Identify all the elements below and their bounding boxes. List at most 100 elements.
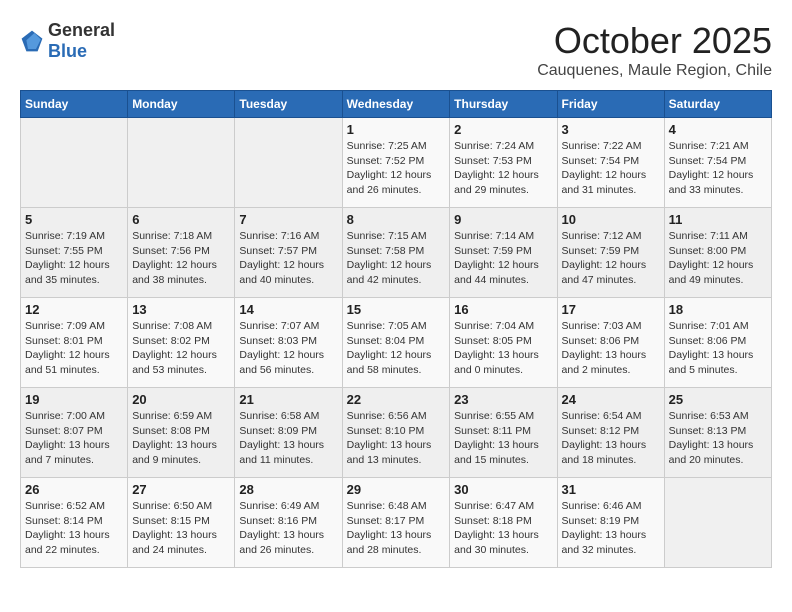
day-info: Sunrise: 6:52 AM Sunset: 8:14 PM Dayligh… xyxy=(25,499,123,558)
day-number: 1 xyxy=(347,122,446,137)
month-title: October 2025 xyxy=(537,20,772,62)
calendar-cell: 3 Sunrise: 7:22 AM Sunset: 7:54 PM Daylig… xyxy=(557,118,664,208)
header-day-wednesday: Wednesday xyxy=(342,91,450,118)
day-number: 15 xyxy=(347,302,446,317)
calendar-cell: 1 Sunrise: 7:25 AM Sunset: 7:52 PM Daylig… xyxy=(342,118,450,208)
day-number: 11 xyxy=(669,212,767,227)
page-header: General Blue October 2025 Cauquenes, Mau… xyxy=(20,20,772,80)
header-day-monday: Monday xyxy=(128,91,235,118)
day-info: Sunrise: 7:15 AM Sunset: 7:58 PM Dayligh… xyxy=(347,229,446,288)
calendar-cell: 13 Sunrise: 7:08 AM Sunset: 8:02 PM Dayli… xyxy=(128,298,235,388)
day-info: Sunrise: 6:56 AM Sunset: 8:10 PM Dayligh… xyxy=(347,409,446,468)
day-info: Sunrise: 6:47 AM Sunset: 8:18 PM Dayligh… xyxy=(454,499,552,558)
day-number: 18 xyxy=(669,302,767,317)
calendar-cell: 18 Sunrise: 7:01 AM Sunset: 8:06 PM Dayli… xyxy=(664,298,771,388)
calendar-cell: 22 Sunrise: 6:56 AM Sunset: 8:10 PM Dayli… xyxy=(342,388,450,478)
day-info: Sunrise: 7:12 AM Sunset: 7:59 PM Dayligh… xyxy=(562,229,660,288)
calendar-cell: 14 Sunrise: 7:07 AM Sunset: 8:03 PM Dayli… xyxy=(235,298,342,388)
calendar-cell: 9Sunrise: 7:14 AM Sunset: 7:59 PM Daylig… xyxy=(450,208,557,298)
day-number: 3 xyxy=(562,122,660,137)
day-info: Sunrise: 7:21 AM Sunset: 7:54 PM Dayligh… xyxy=(669,139,767,198)
calendar-cell: 27 Sunrise: 6:50 AM Sunset: 8:15 PM Dayli… xyxy=(128,478,235,568)
day-info: Sunrise: 7:22 AM Sunset: 7:54 PM Dayligh… xyxy=(562,139,660,198)
day-info: Sunrise: 7:08 AM Sunset: 8:02 PM Dayligh… xyxy=(132,319,230,378)
day-number: 22 xyxy=(347,392,446,407)
calendar-cell: 20 Sunrise: 6:59 AM Sunset: 8:08 PM Dayli… xyxy=(128,388,235,478)
calendar-cell: 21Sunrise: 6:58 AM Sunset: 8:09 PM Dayli… xyxy=(235,388,342,478)
calendar-cell xyxy=(21,118,128,208)
day-number: 14 xyxy=(239,302,337,317)
day-number: 2 xyxy=(454,122,552,137)
day-info: Sunrise: 7:11 AM Sunset: 8:00 PM Dayligh… xyxy=(669,229,767,288)
day-info: Sunrise: 7:25 AM Sunset: 7:52 PM Dayligh… xyxy=(347,139,446,198)
day-info: Sunrise: 7:18 AM Sunset: 7:56 PM Dayligh… xyxy=(132,229,230,288)
day-info: Sunrise: 6:54 AM Sunset: 8:12 PM Dayligh… xyxy=(562,409,660,468)
calendar-cell: 2 Sunrise: 7:24 AM Sunset: 7:53 PM Daylig… xyxy=(450,118,557,208)
calendar-cell: 4 Sunrise: 7:21 AM Sunset: 7:54 PM Daylig… xyxy=(664,118,771,208)
calendar-cell: 29Sunrise: 6:48 AM Sunset: 8:17 PM Dayli… xyxy=(342,478,450,568)
day-info: Sunrise: 6:49 AM Sunset: 8:16 PM Dayligh… xyxy=(239,499,337,558)
day-number: 16 xyxy=(454,302,552,317)
week-row-3: 12 Sunrise: 7:09 AM Sunset: 8:01 PM Dayli… xyxy=(21,298,772,388)
day-number: 23 xyxy=(454,392,552,407)
day-info: Sunrise: 7:07 AM Sunset: 8:03 PM Dayligh… xyxy=(239,319,337,378)
day-number: 25 xyxy=(669,392,767,407)
day-info: Sunrise: 6:50 AM Sunset: 8:15 PM Dayligh… xyxy=(132,499,230,558)
calendar-header: SundayMondayTuesdayWednesdayThursdayFrid… xyxy=(21,91,772,118)
header-day-tuesday: Tuesday xyxy=(235,91,342,118)
calendar-cell: 7Sunrise: 7:16 AM Sunset: 7:57 PM Daylig… xyxy=(235,208,342,298)
day-number: 28 xyxy=(239,482,337,497)
calendar-cell: 12 Sunrise: 7:09 AM Sunset: 8:01 PM Dayli… xyxy=(21,298,128,388)
day-number: 17 xyxy=(562,302,660,317)
logo: General Blue xyxy=(20,20,115,62)
calendar-cell xyxy=(235,118,342,208)
day-number: 8 xyxy=(347,212,446,227)
day-info: Sunrise: 7:24 AM Sunset: 7:53 PM Dayligh… xyxy=(454,139,552,198)
logo-general: General xyxy=(48,20,115,40)
day-info: Sunrise: 7:04 AM Sunset: 8:05 PM Dayligh… xyxy=(454,319,552,378)
day-number: 4 xyxy=(669,122,767,137)
day-info: Sunrise: 7:01 AM Sunset: 8:06 PM Dayligh… xyxy=(669,319,767,378)
header-day-sunday: Sunday xyxy=(21,91,128,118)
day-info: Sunrise: 7:05 AM Sunset: 8:04 PM Dayligh… xyxy=(347,319,446,378)
header-day-thursday: Thursday xyxy=(450,91,557,118)
day-number: 20 xyxy=(132,392,230,407)
day-info: Sunrise: 6:48 AM Sunset: 8:17 PM Dayligh… xyxy=(347,499,446,558)
day-info: Sunrise: 7:03 AM Sunset: 8:06 PM Dayligh… xyxy=(562,319,660,378)
day-number: 19 xyxy=(25,392,123,407)
calendar-cell: 15 Sunrise: 7:05 AM Sunset: 8:04 PM Dayli… xyxy=(342,298,450,388)
week-row-2: 5 Sunrise: 7:19 AM Sunset: 7:55 PM Daylig… xyxy=(21,208,772,298)
week-row-4: 19 Sunrise: 7:00 AM Sunset: 8:07 PM Dayli… xyxy=(21,388,772,478)
day-info: Sunrise: 7:19 AM Sunset: 7:55 PM Dayligh… xyxy=(25,229,123,288)
calendar-cell: 31Sunrise: 6:46 AM Sunset: 8:19 PM Dayli… xyxy=(557,478,664,568)
calendar-cell: 28 Sunrise: 6:49 AM Sunset: 8:16 PM Dayli… xyxy=(235,478,342,568)
calendar-cell: 8 Sunrise: 7:15 AM Sunset: 7:58 PM Daylig… xyxy=(342,208,450,298)
calendar-cell: 5 Sunrise: 7:19 AM Sunset: 7:55 PM Daylig… xyxy=(21,208,128,298)
day-number: 12 xyxy=(25,302,123,317)
day-number: 21 xyxy=(239,392,337,407)
day-info: Sunrise: 7:14 AM Sunset: 7:59 PM Dayligh… xyxy=(454,229,552,288)
logo-icon xyxy=(20,29,44,53)
calendar-cell: 26 Sunrise: 6:52 AM Sunset: 8:14 PM Dayli… xyxy=(21,478,128,568)
header-day-saturday: Saturday xyxy=(664,91,771,118)
day-info: Sunrise: 6:59 AM Sunset: 8:08 PM Dayligh… xyxy=(132,409,230,468)
calendar-cell xyxy=(128,118,235,208)
calendar-cell: 10Sunrise: 7:12 AM Sunset: 7:59 PM Dayli… xyxy=(557,208,664,298)
calendar-cell xyxy=(664,478,771,568)
day-number: 13 xyxy=(132,302,230,317)
day-number: 5 xyxy=(25,212,123,227)
header-row: SundayMondayTuesdayWednesdayThursdayFrid… xyxy=(21,91,772,118)
logo-blue: Blue xyxy=(48,41,87,61)
day-number: 6 xyxy=(132,212,230,227)
day-number: 26 xyxy=(25,482,123,497)
calendar-table: SundayMondayTuesdayWednesdayThursdayFrid… xyxy=(20,90,772,568)
calendar-cell: 11 Sunrise: 7:11 AM Sunset: 8:00 PM Dayli… xyxy=(664,208,771,298)
day-info: Sunrise: 7:09 AM Sunset: 8:01 PM Dayligh… xyxy=(25,319,123,378)
calendar-cell: 24Sunrise: 6:54 AM Sunset: 8:12 PM Dayli… xyxy=(557,388,664,478)
header-day-friday: Friday xyxy=(557,91,664,118)
week-row-1: 1 Sunrise: 7:25 AM Sunset: 7:52 PM Daylig… xyxy=(21,118,772,208)
calendar-cell: 25Sunrise: 6:53 AM Sunset: 8:13 PM Dayli… xyxy=(664,388,771,478)
day-info: Sunrise: 6:55 AM Sunset: 8:11 PM Dayligh… xyxy=(454,409,552,468)
day-number: 27 xyxy=(132,482,230,497)
day-info: Sunrise: 7:00 AM Sunset: 8:07 PM Dayligh… xyxy=(25,409,123,468)
